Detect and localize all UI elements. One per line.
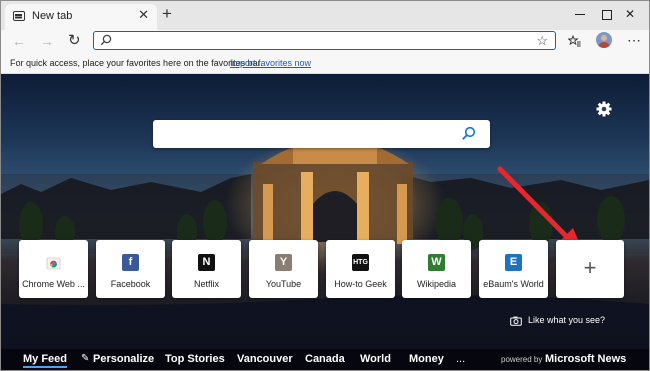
wikipedia-icon: W bbox=[428, 254, 445, 271]
back-button[interactable]: ← bbox=[12, 32, 26, 50]
quick-link-chrome-web-store[interactable]: Chrome Web ... bbox=[19, 240, 88, 298]
quick-link-wikipedia[interactable]: W Wikipedia bbox=[402, 240, 471, 298]
quick-link-facebook[interactable]: f Facebook bbox=[96, 240, 165, 298]
tile-label: eBaum's World bbox=[483, 279, 544, 289]
how-to-geek-icon: HTG bbox=[352, 254, 369, 271]
refresh-button[interactable]: ↻ bbox=[68, 32, 81, 50]
toolbar: ← → ↻ ☆ ⋯ bbox=[1, 30, 649, 53]
tab-new-tab[interactable]: New tab ✕ bbox=[5, 4, 157, 30]
news-tab-personalize[interactable]: Personalize bbox=[93, 353, 154, 365]
page-settings-gear-icon[interactable] bbox=[595, 100, 613, 118]
news-more-button[interactable]: ... bbox=[456, 353, 465, 365]
web-search-input[interactable] bbox=[163, 126, 453, 142]
quick-link-how-to-geek[interactable]: HTG How-to Geek bbox=[326, 240, 395, 298]
quick-link-netflix[interactable]: N Netflix bbox=[172, 240, 241, 298]
news-tab-vancouver[interactable]: Vancouver bbox=[237, 353, 293, 365]
address-bar[interactable]: ☆ bbox=[93, 31, 556, 50]
import-favorites-link[interactable]: Import favorites now bbox=[230, 58, 311, 68]
like-text: Like what you see? bbox=[528, 315, 606, 325]
tile-label: Chrome Web ... bbox=[22, 279, 85, 289]
tile-label: Facebook bbox=[110, 279, 151, 289]
ebaums-world-icon: E bbox=[505, 254, 522, 271]
camera-icon bbox=[510, 316, 522, 326]
tile-label: How-to Geek bbox=[334, 279, 387, 289]
favorites-icon[interactable] bbox=[568, 35, 581, 47]
news-tab-money[interactable]: Money bbox=[409, 353, 444, 365]
browser-window: New tab ✕ + ✕ ← → ↻ ☆ ⋯ For quick access… bbox=[0, 0, 650, 371]
forward-button[interactable]: → bbox=[40, 32, 54, 50]
youtube-icon: Y bbox=[275, 254, 292, 271]
chrome-web-store-icon bbox=[46, 257, 61, 270]
add-quick-link-button[interactable]: + bbox=[556, 240, 624, 298]
new-tab-page: Chrome Web ... f Facebook N Netflix Y Yo… bbox=[1, 74, 649, 370]
tab-title: New tab bbox=[32, 10, 73, 22]
facebook-icon: f bbox=[122, 254, 139, 271]
search-icon[interactable] bbox=[461, 126, 476, 141]
title-bar: New tab ✕ + ✕ bbox=[1, 1, 649, 30]
microsoft-news-link[interactable]: Microsoft News bbox=[545, 353, 626, 365]
favorites-bar: For quick access, place your favorites h… bbox=[1, 53, 649, 74]
search-icon bbox=[100, 34, 112, 46]
news-tab-my-feed[interactable]: My Feed bbox=[23, 353, 68, 368]
web-search-box[interactable] bbox=[153, 120, 490, 148]
like-what-you-see-link[interactable]: Like what you see? bbox=[510, 315, 606, 326]
news-tab-world[interactable]: World bbox=[360, 353, 391, 365]
quick-link-youtube[interactable]: Y YouTube bbox=[249, 240, 318, 298]
profile-avatar[interactable] bbox=[596, 32, 612, 48]
close-window-button[interactable]: ✕ bbox=[611, 1, 649, 30]
news-navigation-bar: My Feed ✎ Personalize Top Stories Vancou… bbox=[1, 349, 649, 370]
new-tab-icon bbox=[13, 11, 25, 21]
quick-link-ebaums-world[interactable]: E eBaum's World bbox=[479, 240, 548, 298]
favorites-bar-message: For quick access, place your favorites h… bbox=[10, 58, 263, 68]
news-tab-canada[interactable]: Canada bbox=[305, 353, 345, 365]
tile-label: Netflix bbox=[193, 279, 219, 289]
add-favorite-star-icon[interactable]: ☆ bbox=[536, 33, 548, 48]
news-tab-top-stories[interactable]: Top Stories bbox=[165, 353, 225, 365]
tab-close-icon[interactable]: ✕ bbox=[138, 8, 149, 22]
powered-by-label: powered by bbox=[501, 355, 543, 364]
pencil-icon: ✎ bbox=[81, 353, 90, 364]
tile-label: YouTube bbox=[265, 279, 302, 289]
settings-more-button[interactable]: ⋯ bbox=[627, 31, 641, 49]
new-tab-button[interactable]: + bbox=[162, 5, 172, 22]
tile-label: Wikipedia bbox=[416, 279, 456, 289]
address-input[interactable] bbox=[118, 33, 518, 47]
netflix-icon: N bbox=[198, 254, 215, 271]
